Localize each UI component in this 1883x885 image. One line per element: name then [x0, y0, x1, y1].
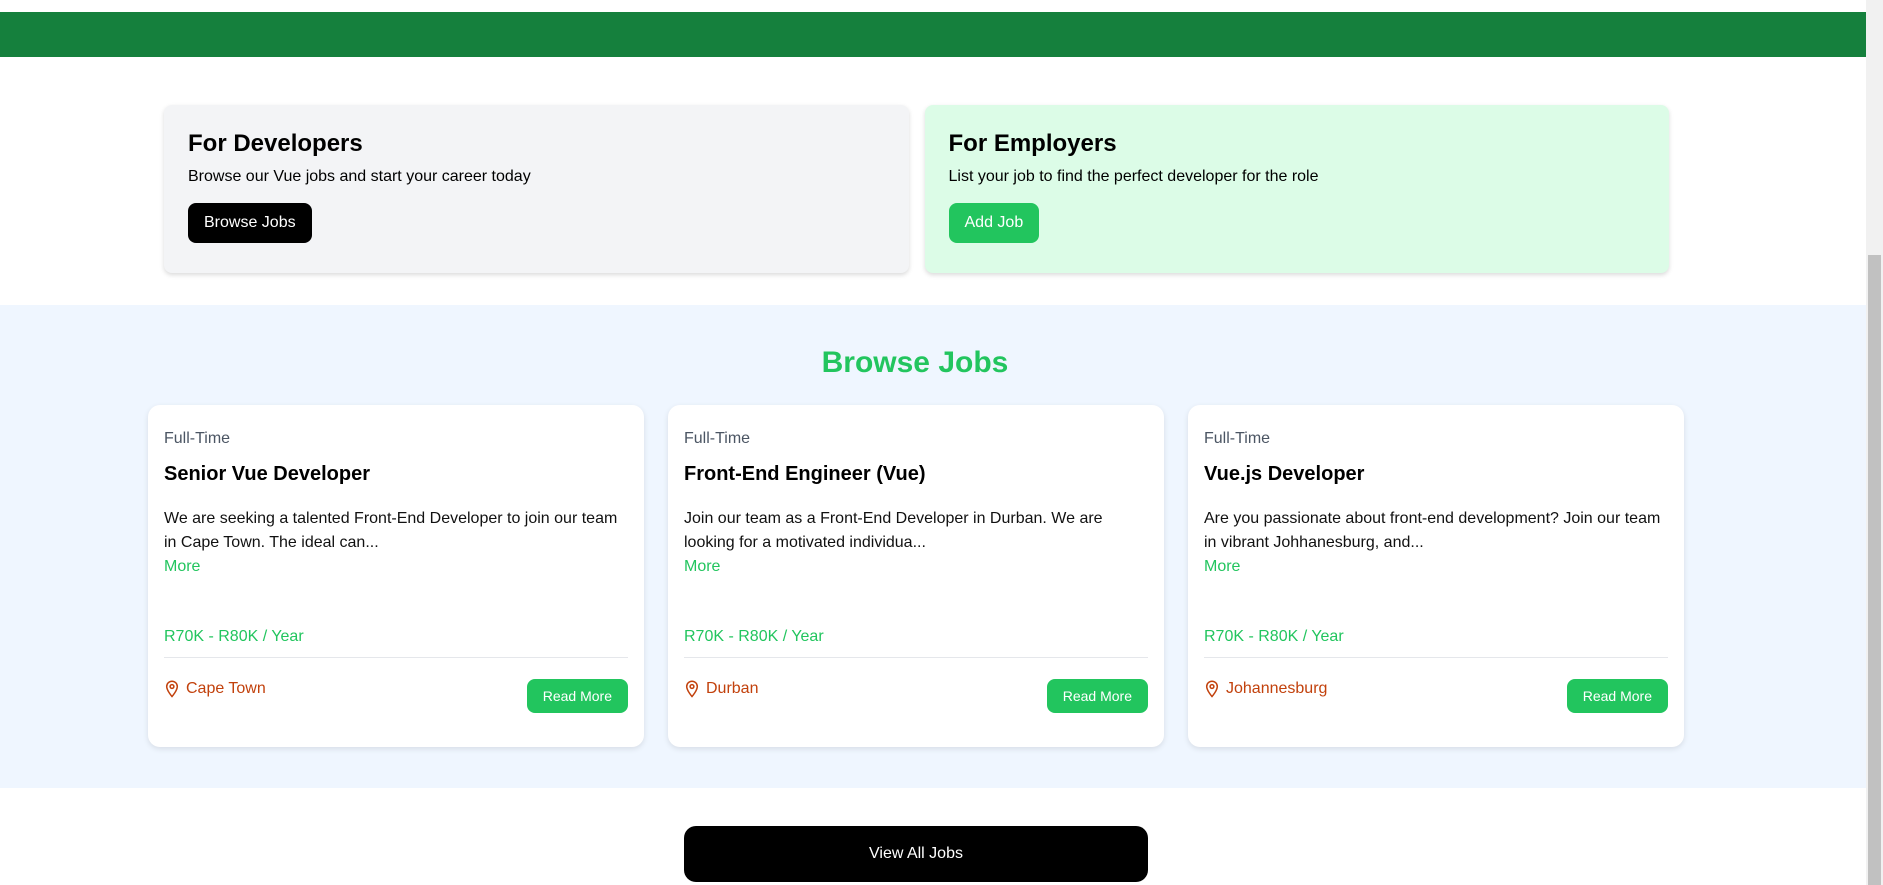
job-title: Front-End Engineer (Vue)	[684, 463, 926, 485]
browse-jobs-button[interactable]: Browse Jobs	[188, 203, 312, 243]
view-all-jobs-button[interactable]: View All Jobs	[684, 826, 1148, 882]
developers-card-title: For Developers	[188, 130, 363, 157]
job-description-line: looking for a motivated individua...	[684, 534, 926, 551]
job-type: Full-Time	[1204, 430, 1271, 447]
job-card: Full-Time Front-End Engineer (Vue) Join …	[668, 405, 1164, 747]
job-salary: R70K - R80K / Year	[684, 628, 824, 645]
more-link[interactable]: More	[1204, 555, 1668, 579]
job-location: Durban	[684, 679, 758, 699]
browse-jobs-section: Browse Jobs Full-Time Senior Vue Develop…	[0, 305, 1866, 788]
job-location: Johannesburg	[1204, 679, 1327, 699]
hero-cards: For Developers Browse our Vue jobs and s…	[164, 105, 1669, 273]
job-description: Join our team as a Front-End Developer i…	[684, 507, 1148, 579]
map-marker-icon	[1205, 680, 1219, 698]
job-location-label: Cape Town	[186, 680, 266, 697]
job-location: Cape Town	[164, 679, 266, 699]
job-grid: Full-Time Senior Vue Developer We are se…	[148, 405, 1684, 747]
map-marker-icon	[165, 680, 179, 698]
job-card: Full-Time Senior Vue Developer We are se…	[148, 405, 644, 747]
job-description: We are seeking a talented Front-End Deve…	[164, 507, 628, 579]
job-card: Full-Time Vue.js Developer Are you passi…	[1188, 405, 1684, 747]
more-link[interactable]: More	[684, 555, 1148, 579]
job-description-line: in Cape Town. The ideal can...	[164, 534, 379, 551]
job-location-label: Durban	[706, 680, 759, 697]
job-description: Are you passionate about front-end devel…	[1204, 507, 1668, 579]
divider	[684, 657, 1148, 658]
job-description-line: Are you passionate about front-end devel…	[1204, 510, 1661, 527]
job-type: Full-Time	[164, 430, 231, 447]
job-description-line: in vibrant Johhanesburg, and...	[1204, 534, 1424, 551]
divider	[164, 657, 628, 658]
job-salary: R70K - R80K / Year	[164, 628, 304, 645]
job-salary: R70K - R80K / Year	[1204, 628, 1344, 645]
divider	[1204, 657, 1668, 658]
job-type: Full-Time	[684, 430, 751, 447]
more-link[interactable]: More	[164, 555, 628, 579]
job-description-line: We are seeking a talented Front-End Deve…	[164, 510, 618, 527]
job-description-line: Join our team as a Front-End Developer i…	[684, 510, 1103, 527]
developers-card: For Developers Browse our Vue jobs and s…	[164, 105, 909, 273]
read-more-button[interactable]: Read More	[526, 679, 628, 713]
scrollbar[interactable]	[1866, 0, 1883, 885]
map-marker-icon	[685, 680, 699, 698]
navbar	[0, 12, 1866, 57]
job-title: Senior Vue Developer	[164, 463, 370, 485]
scrollbar-thumb[interactable]	[1868, 255, 1881, 885]
read-more-button[interactable]: Read More	[1046, 679, 1148, 713]
add-job-button[interactable]: Add Job	[948, 203, 1040, 243]
section-title: Browse Jobs	[821, 346, 1009, 379]
developers-card-description: Browse our Vue jobs and start your caree…	[188, 168, 531, 185]
employers-card-description: List your job to find the perfect develo…	[948, 168, 1319, 185]
employers-card: For Employers List your job to find the …	[924, 105, 1669, 273]
read-more-button[interactable]: Read More	[1566, 679, 1668, 713]
employers-card-title: For Employers	[948, 130, 1117, 157]
job-title: Vue.js Developer	[1204, 463, 1365, 485]
top-strip	[0, 0, 1866, 12]
job-location-label: Johannesburg	[1226, 680, 1328, 697]
